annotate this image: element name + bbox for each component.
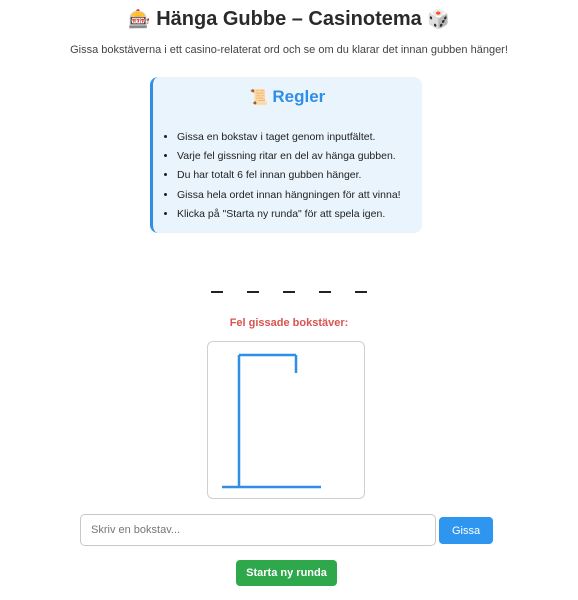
rules-item: Du har totalt 6 fel innan gubben hänger. <box>177 166 401 185</box>
rules-item: Varje fel gissning ritar en del av hänga… <box>177 147 401 166</box>
letter-slot <box>247 281 259 293</box>
letter-slot <box>211 281 223 293</box>
rules-heading-text: Regler <box>272 87 326 106</box>
rules-list: Gissa en bokstav i taget genom inputfält… <box>153 128 401 224</box>
rules-item: Klicka på "Starta ny runda" för att spel… <box>177 205 401 224</box>
hangman-canvas <box>207 341 365 499</box>
letter-slot <box>283 281 295 293</box>
rules-item: Gissa en bokstav i taget genom inputfält… <box>177 128 401 147</box>
dice-icon: 🎲 <box>427 9 450 30</box>
letter-input[interactable] <box>80 514 436 546</box>
scroll-icon: 📜 <box>249 88 269 106</box>
slot-machine-icon: 🎰 <box>128 9 151 30</box>
rules-panel: 📜Regler Gissa en bokstav i taget genom i… <box>150 77 422 233</box>
letter-slot <box>319 281 331 293</box>
hangman-page: 🎰 Hänga Gubbe – Casinotema 🎲 Gissa bokst… <box>0 0 578 600</box>
guess-button[interactable]: Gissa <box>439 517 493 544</box>
page-subtitle: Gissa bokstäverna i ett casino-relaterat… <box>70 44 508 56</box>
page-title-text: Hänga Gubbe – Casinotema <box>156 8 422 30</box>
word-display <box>0 280 578 298</box>
page-title: 🎰 Hänga Gubbe – Casinotema 🎲 <box>0 6 578 33</box>
wrong-letters-title: Fel gissade bokstäver: <box>229 317 349 329</box>
wrong-letters-label: Fel gissade bokstäver: <box>0 317 578 329</box>
rules-heading: 📜 Regler <box>153 87 422 107</box>
letter-slot <box>355 281 367 293</box>
rules-item: Gissa hela ordet innan hängningen för at… <box>177 186 401 205</box>
gallows-drawing <box>222 353 321 489</box>
restart-button[interactable]: Starta ny runda <box>236 560 337 586</box>
